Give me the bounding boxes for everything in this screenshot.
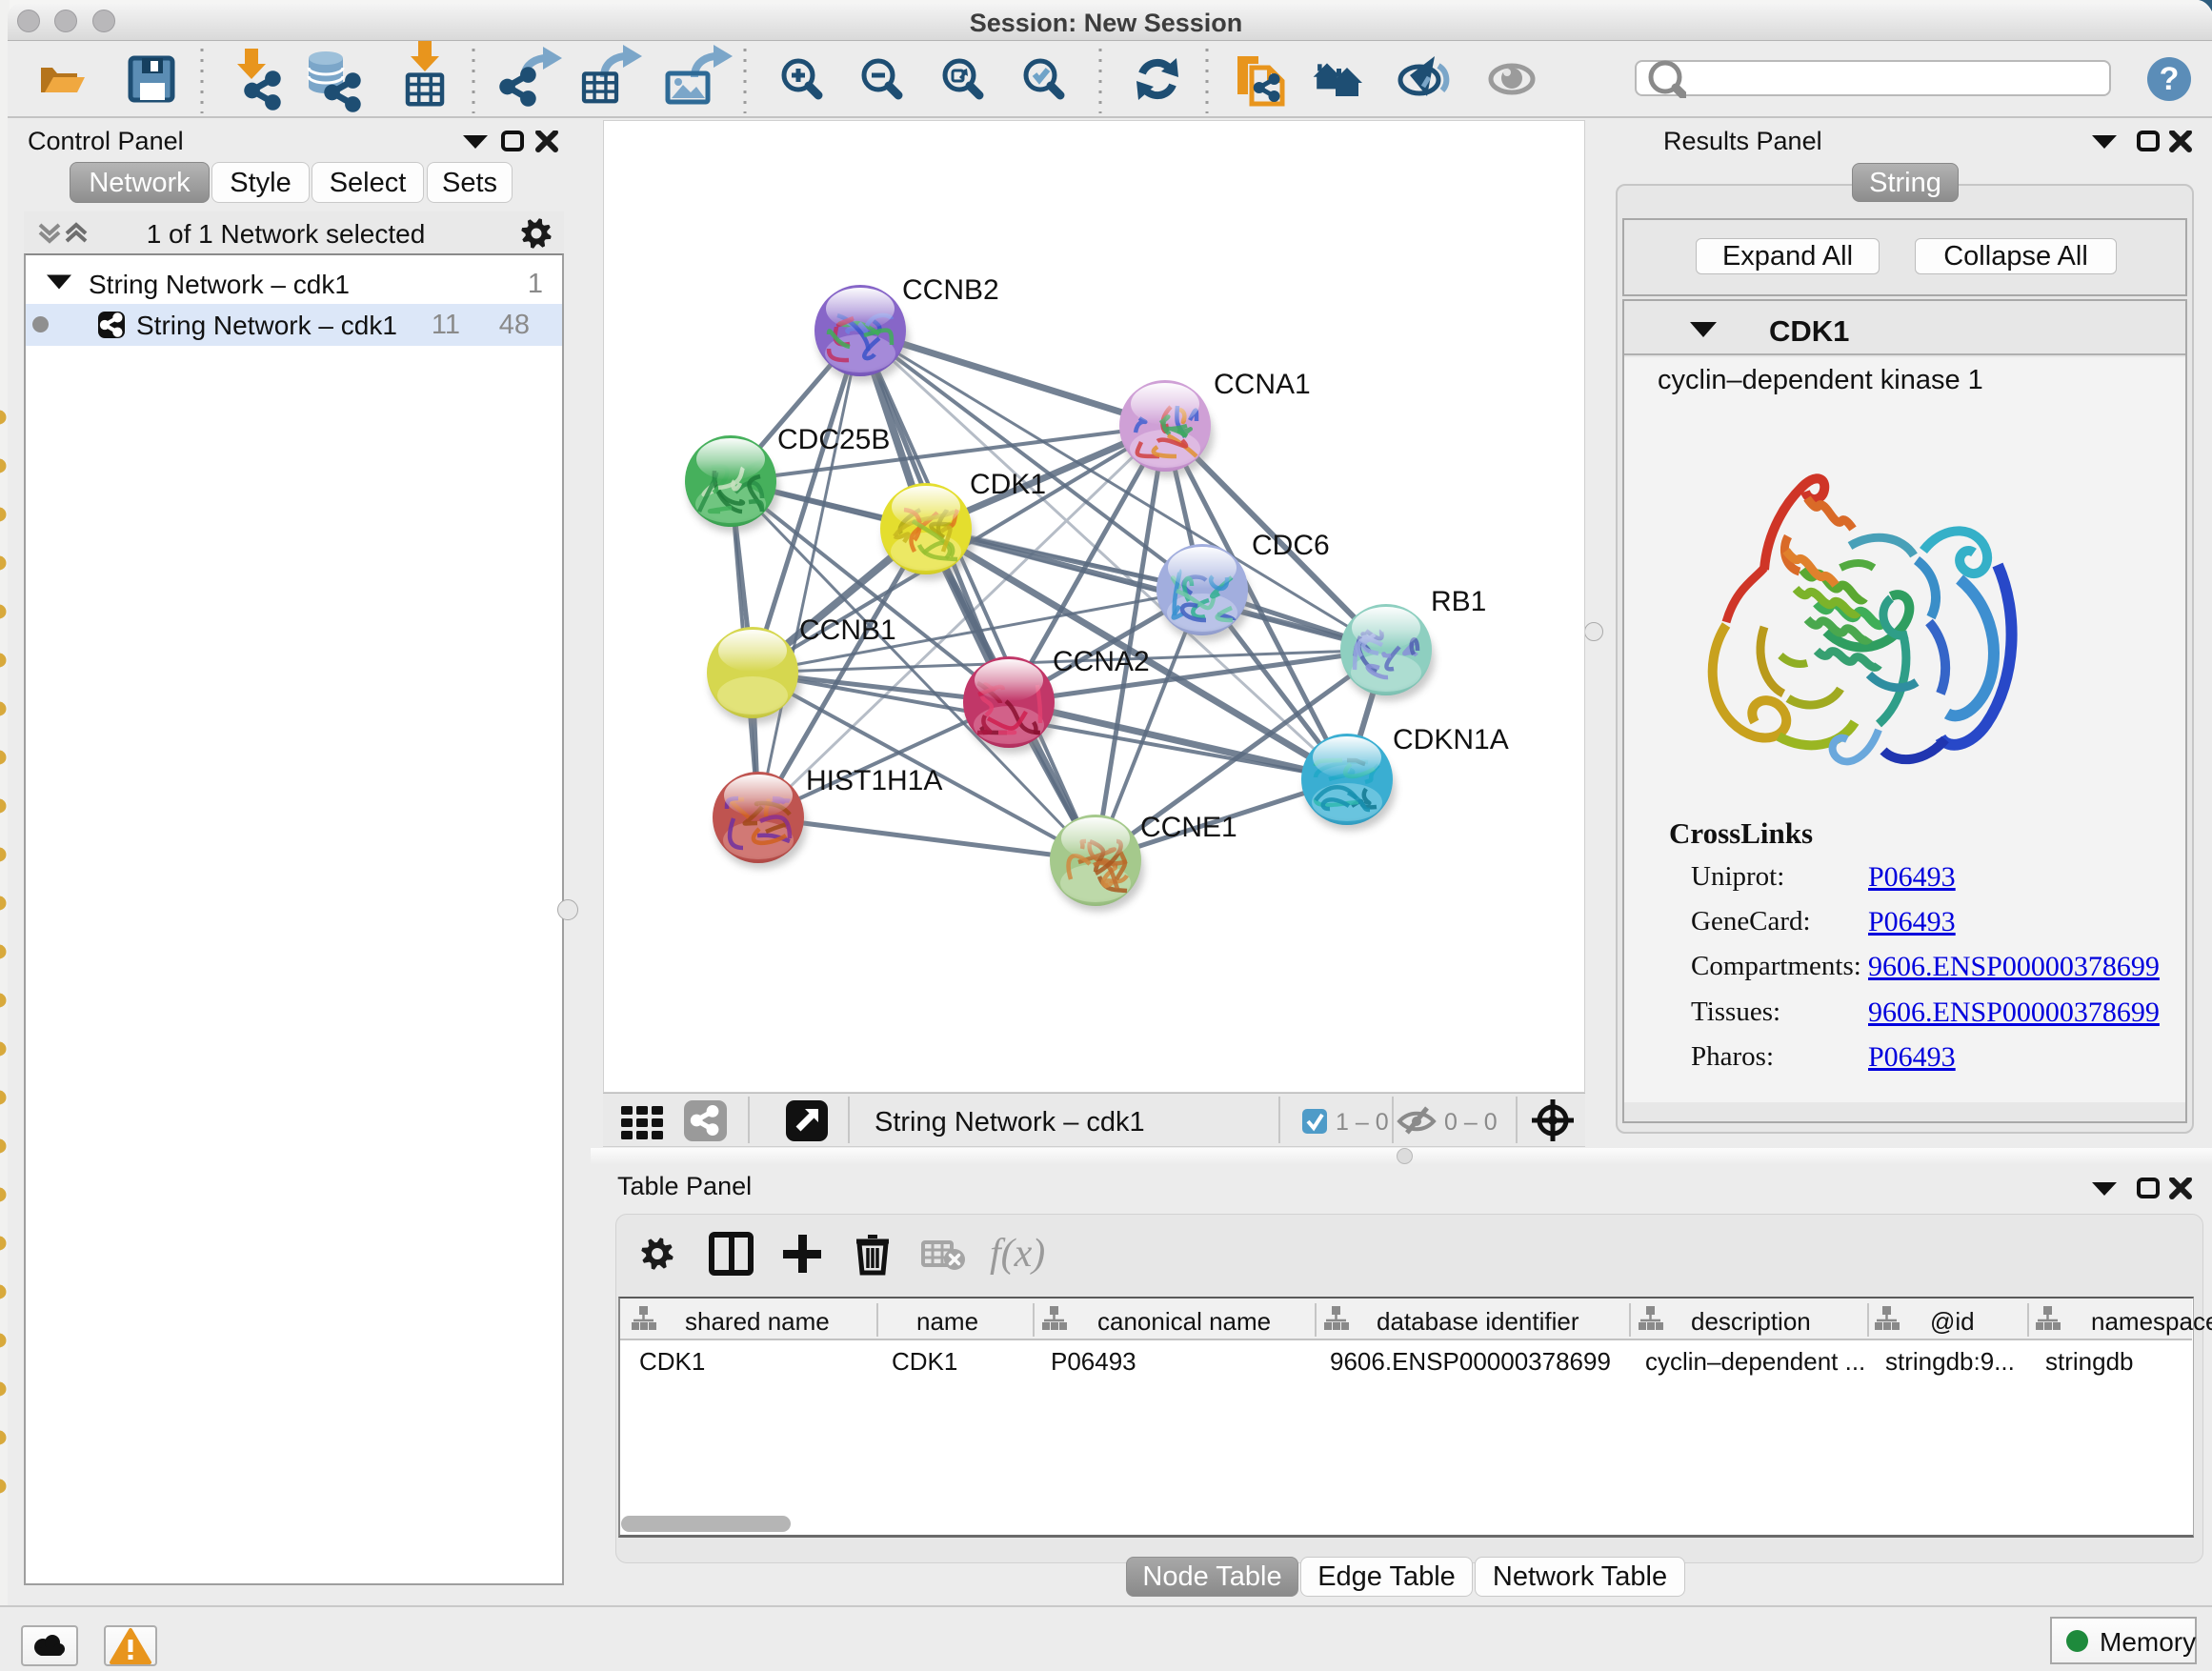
svg-text:CDKN1A: CDKN1A <box>1393 724 1509 755</box>
svg-text:CDK1: CDK1 <box>970 469 1046 500</box>
svg-text:CDC6: CDC6 <box>1252 530 1330 561</box>
svg-text:RB1: RB1 <box>1431 586 1486 617</box>
svg-text:CCNB1: CCNB1 <box>799 614 896 646</box>
svg-text:HIST1H1A: HIST1H1A <box>806 765 942 796</box>
svg-text:CDC25B: CDC25B <box>777 424 890 455</box>
svg-text:CCNA1: CCNA1 <box>1214 369 1311 400</box>
svg-text:CCNA2: CCNA2 <box>1053 646 1150 677</box>
svg-text:CCNE1: CCNE1 <box>1140 812 1237 843</box>
svg-text:CCNB2: CCNB2 <box>902 274 999 306</box>
